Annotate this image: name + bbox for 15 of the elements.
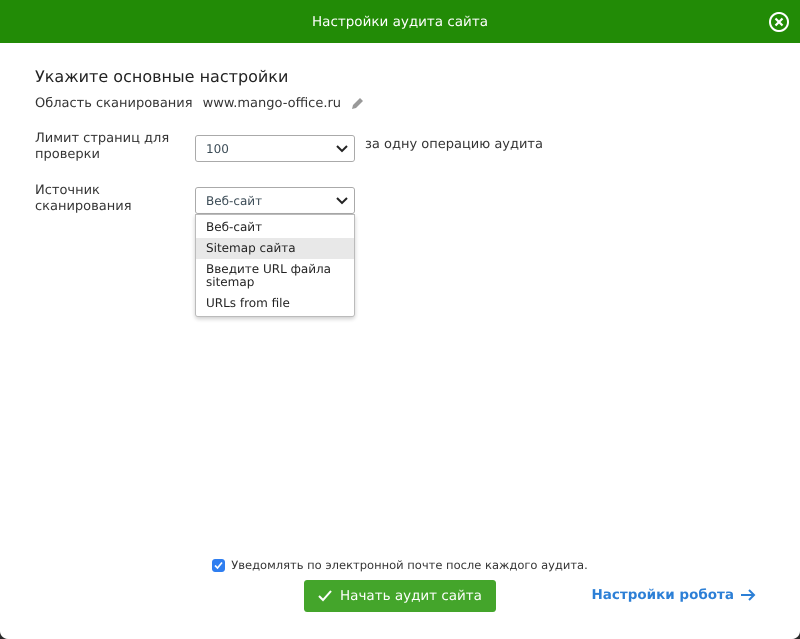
field-label: Источник сканирования [35,183,133,215]
field-label: Область сканирования [35,96,193,111]
field-label: Лимит страниц для проверки [35,131,170,163]
robot-settings-link[interactable]: Настройки робота [591,587,756,603]
field-value: www.mango-office.ru [202,96,342,111]
window-title: Настройки аудита сайта [312,14,488,30]
checkbox-label: Уведомлять по электронной почте после каждого аудита. [231,558,588,572]
select-field[interactable]: 100 [195,135,355,162]
select-field[interactable]: Веб-сайт [195,187,355,214]
menu-option[interactable]: Введите URL файла sitemap [196,259,354,293]
menu-option[interactable]: URLs from file [196,293,354,314]
field-suffix: за одну операцию аудита [365,137,543,152]
menu-option[interactable]: Веб-сайт [196,217,354,238]
menu-option[interactable]: Sitemap сайта [196,238,354,259]
section-heading: Укажите основные настройки [35,67,290,86]
